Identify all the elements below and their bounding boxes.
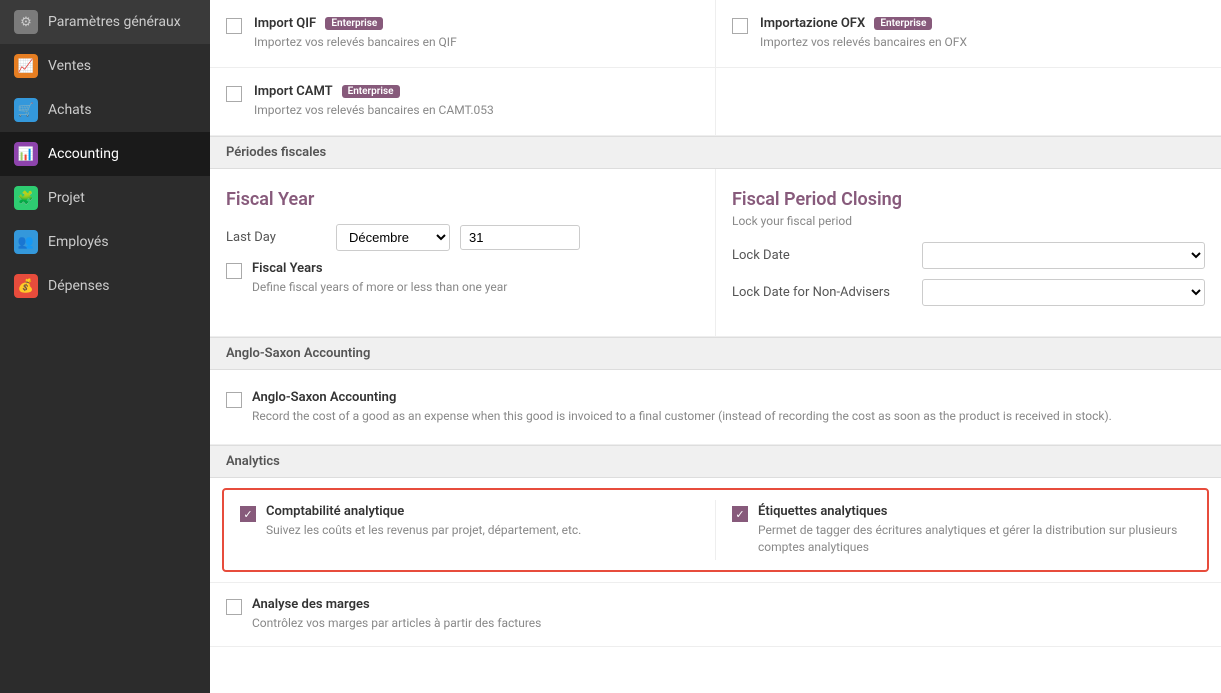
- import-camt-badge: Enterprise: [342, 85, 400, 98]
- import-ofx-badge: Enterprise: [874, 17, 932, 30]
- comptabilite-analytique-desc: Suivez les coûts et les revenus par proj…: [266, 522, 699, 539]
- import-qif-ofx-row: Import QIF Enterprise Importez vos relev…: [210, 0, 1221, 68]
- employes-icon: 👥: [14, 230, 38, 254]
- fiscal-years-content: Fiscal Years Define fiscal years of more…: [252, 261, 699, 296]
- depenses-icon: 💰: [14, 274, 38, 298]
- lock-date-non-advisers-row: Lock Date for Non-Advisers: [732, 279, 1205, 306]
- analytics-header: Analytics: [210, 445, 1221, 478]
- lock-date-non-advisers-select[interactable]: [922, 279, 1205, 306]
- fiscal-period-closing-title: Fiscal Period Closing: [732, 189, 1205, 210]
- import-camt-checkbox[interactable]: [226, 86, 242, 102]
- import-ofx-desc: Importez vos relevés bancaires en OFX: [760, 34, 1205, 51]
- import-qif-badge: Enterprise: [325, 17, 383, 30]
- import-camt-cell: Import CAMT Enterprise Importez vos rele…: [210, 68, 716, 135]
- fiscal-year-panel: Fiscal Year Last Day Décembre Fiscal Yea…: [210, 169, 716, 336]
- lock-date-non-advisers-label: Lock Date for Non-Advisers: [732, 285, 912, 300]
- import-ofx-checkbox[interactable]: [732, 18, 748, 34]
- import-camt-content: Import CAMT Enterprise Importez vos rele…: [254, 84, 699, 119]
- import-qif-content: Import QIF Enterprise Importez vos relev…: [254, 16, 699, 51]
- main-content: Import QIF Enterprise Importez vos relev…: [210, 0, 1221, 693]
- analyse-marges-title: Analyse des marges: [252, 597, 1205, 612]
- sidebar-item-parametres[interactable]: ⚙ Paramètres généraux: [0, 0, 210, 44]
- sidebar-item-ventes[interactable]: 📈 Ventes: [0, 44, 210, 88]
- periodes-fiscales-header: Périodes fiscales: [210, 136, 1221, 169]
- ventes-icon: 📈: [14, 54, 38, 78]
- analyse-marges-content: Analyse des marges Contrôlez vos marges …: [252, 597, 1205, 632]
- gear-icon: ⚙: [14, 10, 38, 34]
- anglo-saxon-row: Anglo-Saxon Accounting Record the cost o…: [210, 370, 1221, 446]
- projet-icon: 🧩: [14, 186, 38, 210]
- analyse-marges-desc: Contrôlez vos marges par articles à part…: [252, 615, 1205, 632]
- etiquettes-analytiques-title: Étiquettes analytiques: [758, 504, 1191, 519]
- sidebar-item-projet[interactable]: 🧩 Projet: [0, 176, 210, 220]
- sidebar-item-achats[interactable]: 🛒 Achats: [0, 88, 210, 132]
- anglo-saxon-header: Anglo-Saxon Accounting: [210, 337, 1221, 370]
- import-ofx-content: Importazione OFX Enterprise Importez vos…: [760, 16, 1205, 51]
- fiscal-year-title: Fiscal Year: [226, 189, 699, 210]
- sidebar: ⚙ Paramètres généraux 📈 Ventes 🛒 Achats …: [0, 0, 210, 693]
- import-qif-desc: Importez vos relevés bancaires en QIF: [254, 34, 699, 51]
- sidebar-item-label: Employés: [48, 234, 109, 250]
- sidebar-item-depenses[interactable]: 💰 Dépenses: [0, 264, 210, 308]
- analyse-marges-row: Analyse des marges Contrôlez vos marges …: [210, 583, 1221, 647]
- lock-date-row: Lock Date: [732, 242, 1205, 269]
- import-camt-desc: Importez vos relevés bancaires en CAMT.0…: [254, 102, 699, 119]
- import-ofx-cell: Importazione OFX Enterprise Importez vos…: [716, 0, 1221, 67]
- etiquettes-analytiques-cell: Étiquettes analytiques Permet de tagger …: [716, 490, 1207, 570]
- sidebar-item-label: Paramètres généraux: [48, 14, 181, 30]
- comptabilite-analytique-content: Comptabilité analytique Suivez les coûts…: [266, 504, 699, 539]
- anglo-saxon-checkbox[interactable]: [226, 392, 242, 408]
- day-input[interactable]: [460, 225, 580, 250]
- import-ofx-title: Importazione OFX Enterprise: [760, 16, 1205, 31]
- sidebar-item-employes[interactable]: 👥 Employés: [0, 220, 210, 264]
- sidebar-item-label: Ventes: [48, 58, 91, 74]
- etiquettes-analytiques-checkbox[interactable]: [732, 506, 748, 522]
- anglo-saxon-desc: Record the cost of a good as an expense …: [252, 408, 1205, 425]
- anglo-saxon-content: Anglo-Saxon Accounting Record the cost o…: [252, 390, 1205, 425]
- analyse-marges-checkbox[interactable]: [226, 599, 242, 615]
- fiscal-section: Fiscal Year Last Day Décembre Fiscal Yea…: [210, 169, 1221, 337]
- sidebar-item-label: Achats: [48, 102, 92, 118]
- anglo-saxon-title: Anglo-Saxon Accounting: [252, 390, 1205, 405]
- import-qif-checkbox[interactable]: [226, 18, 242, 34]
- fiscal-years-row: Fiscal Years Define fiscal years of more…: [226, 261, 699, 296]
- comptabilite-analytique-cell: Comptabilité analytique Suivez les coûts…: [224, 490, 715, 570]
- etiquettes-analytiques-content: Étiquettes analytiques Permet de tagger …: [758, 504, 1191, 556]
- comptabilite-analytique-checkbox[interactable]: [240, 506, 256, 522]
- sidebar-item-label: Projet: [48, 190, 85, 206]
- sidebar-item-label: Accounting: [48, 146, 119, 162]
- import-camt-row: Import CAMT Enterprise Importez vos rele…: [210, 68, 1221, 136]
- import-qif-cell: Import QIF Enterprise Importez vos relev…: [210, 0, 716, 67]
- month-select[interactable]: Décembre: [336, 224, 450, 251]
- lock-date-select[interactable]: [922, 242, 1205, 269]
- last-day-row: Last Day Décembre: [226, 224, 699, 251]
- import-camt-right-empty: [716, 68, 1221, 135]
- sidebar-item-label: Dépenses: [48, 278, 110, 294]
- analytics-highlight-box: Comptabilité analytique Suivez les coûts…: [222, 488, 1209, 572]
- analytics-highlighted-wrapper: Comptabilité analytique Suivez les coûts…: [210, 478, 1221, 583]
- fiscal-years-desc: Define fiscal years of more or less than…: [252, 279, 699, 296]
- fiscal-years-title: Fiscal Years: [252, 261, 699, 276]
- achats-icon: 🛒: [14, 98, 38, 122]
- lock-date-label: Lock Date: [732, 248, 912, 263]
- etiquettes-analytiques-desc: Permet de tagger des écritures analytiqu…: [758, 522, 1191, 556]
- fiscal-period-closing-subtitle: Lock your fiscal period: [732, 214, 1205, 228]
- last-day-label: Last Day: [226, 230, 326, 245]
- fiscal-years-checkbox[interactable]: [226, 263, 242, 279]
- import-camt-title: Import CAMT Enterprise: [254, 84, 699, 99]
- accounting-icon: 📊: [14, 142, 38, 166]
- fiscal-period-closing-panel: Fiscal Period Closing Lock your fiscal p…: [716, 169, 1221, 336]
- comptabilite-analytique-title: Comptabilité analytique: [266, 504, 699, 519]
- import-qif-title: Import QIF Enterprise: [254, 16, 699, 31]
- sidebar-item-accounting[interactable]: 📊 Accounting: [0, 132, 210, 176]
